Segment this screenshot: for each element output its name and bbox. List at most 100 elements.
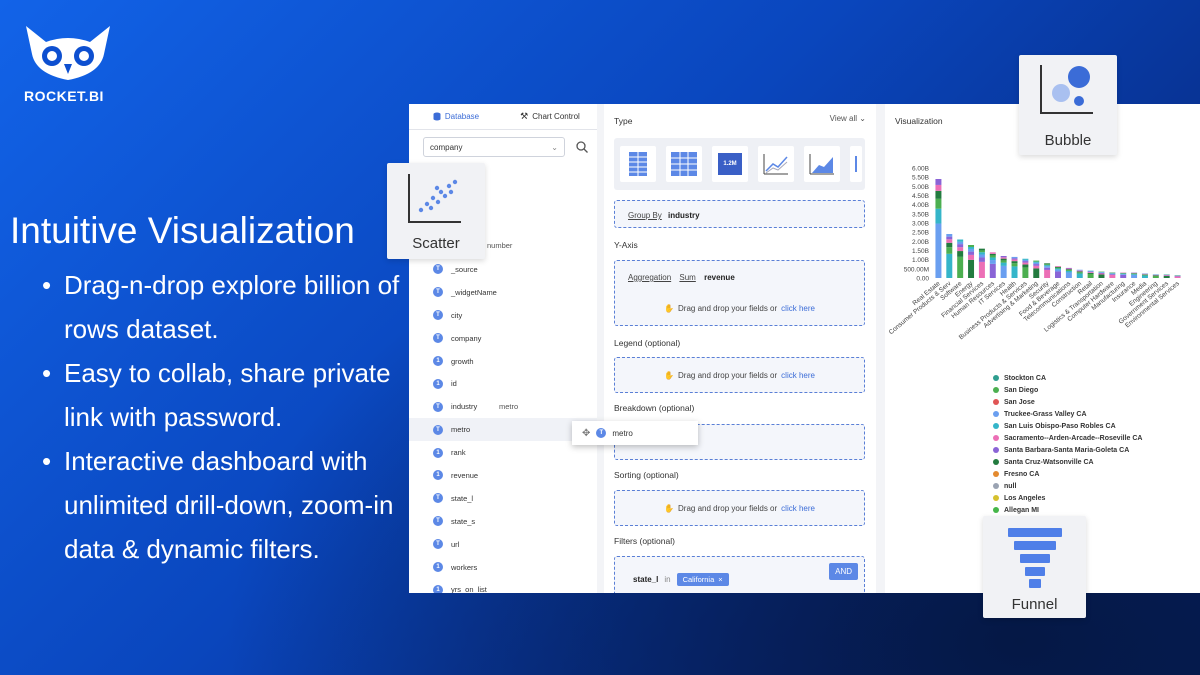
- bar-segment[interactable]: [1044, 269, 1051, 278]
- bar-segment[interactable]: [1076, 272, 1083, 274]
- area-chart-type-icon[interactable]: [804, 146, 840, 182]
- bar-segment[interactable]: [1163, 275, 1170, 278]
- field-item[interactable]: Tmetro: [409, 418, 597, 442]
- bar-segment[interactable]: [946, 247, 953, 254]
- bar-segment[interactable]: [1065, 267, 1072, 269]
- yaxis-drop[interactable]: Aggregation Sum revenue ✋ Drag and drop …: [614, 260, 865, 326]
- bar-segment[interactable]: [957, 244, 964, 248]
- bar[interactable]: [1076, 269, 1083, 278]
- filter-chip[interactable]: California ×: [676, 573, 729, 586]
- bar-segment[interactable]: [989, 255, 996, 258]
- legend-item[interactable]: Sacramento--Arden-Arcade--Roseville CA: [993, 432, 1142, 444]
- bar[interactable]: [935, 179, 942, 278]
- bar-segment[interactable]: [978, 254, 985, 258]
- bar-segment[interactable]: [1044, 267, 1051, 270]
- group-by-drop[interactable]: Group By industry: [614, 200, 865, 228]
- bar-segment[interactable]: [1011, 266, 1018, 278]
- bar[interactable]: [1109, 272, 1116, 279]
- legend-item[interactable]: Santa Barbara-Santa Maria-Goleta CA: [993, 444, 1142, 456]
- field-item[interactable]: Tcity: [409, 304, 597, 327]
- scatter-card[interactable]: Scatter: [387, 163, 485, 259]
- bar-segment[interactable]: [968, 254, 975, 260]
- field-item[interactable]: Turl: [409, 533, 597, 556]
- bar-segment[interactable]: [1065, 272, 1072, 278]
- bar-segment[interactable]: [1087, 273, 1094, 278]
- bar-segment[interactable]: [1033, 264, 1040, 266]
- bar-segment[interactable]: [1011, 258, 1018, 260]
- bar[interactable]: [1120, 272, 1127, 279]
- bar-segment[interactable]: [935, 223, 942, 278]
- bubble-card[interactable]: Bubble: [1019, 55, 1117, 155]
- bar-segment[interactable]: [1011, 263, 1018, 267]
- bar[interactable]: [1022, 258, 1029, 278]
- bar[interactable]: [1065, 267, 1072, 278]
- bar-segment[interactable]: [1152, 275, 1159, 278]
- bar[interactable]: [1098, 271, 1105, 278]
- bar-segment[interactable]: [957, 251, 964, 257]
- bar-segment[interactable]: [989, 263, 996, 278]
- bar-segment[interactable]: [1131, 273, 1138, 275]
- bar-segment[interactable]: [935, 184, 942, 191]
- bar-segment[interactable]: [1022, 267, 1029, 278]
- bar-segment[interactable]: [1044, 265, 1051, 267]
- bar-segment[interactable]: [1098, 272, 1105, 274]
- bar-segment[interactable]: [1033, 268, 1040, 278]
- click-here-link[interactable]: click here: [781, 304, 815, 313]
- filters-drop[interactable]: state_l in California × AND: [614, 556, 865, 593]
- pivot-table-type-icon[interactable]: [666, 146, 702, 182]
- legend-item[interactable]: Fresno CA: [993, 468, 1142, 480]
- field-item[interactable]: Tcompany: [409, 327, 597, 350]
- bar-segment[interactable]: [1055, 267, 1061, 269]
- more-chart-type-icon[interactable]: [850, 146, 862, 182]
- bar-segment[interactable]: [1120, 274, 1127, 275]
- sum-label[interactable]: Sum: [679, 273, 695, 282]
- bar[interactable]: [1000, 256, 1007, 278]
- bar-segment[interactable]: [1022, 264, 1029, 268]
- bar[interactable]: [1163, 274, 1170, 278]
- bar-segment[interactable]: [1131, 274, 1138, 275]
- legend-item[interactable]: San Jose: [993, 396, 1142, 408]
- bar-segment[interactable]: [1087, 271, 1094, 273]
- bar-segment[interactable]: [957, 256, 964, 278]
- bar[interactable]: [1011, 256, 1018, 278]
- bar-segment[interactable]: [1044, 263, 1051, 265]
- bar-segment[interactable]: [968, 246, 975, 249]
- bar-segment[interactable]: [1000, 256, 1007, 258]
- bar-segment[interactable]: [968, 245, 975, 247]
- bar[interactable]: [957, 239, 964, 279]
- legend-item[interactable]: San Diego: [993, 384, 1142, 396]
- bar-segment[interactable]: [1141, 275, 1148, 278]
- bar-segment[interactable]: [1000, 258, 1007, 261]
- bar-segment[interactable]: [1152, 275, 1159, 276]
- bar-segment[interactable]: [946, 234, 953, 237]
- aggregation-label[interactable]: Aggregation: [628, 273, 671, 282]
- bar-segment[interactable]: [946, 253, 953, 278]
- legend-item[interactable]: Allegan MI: [993, 504, 1142, 516]
- bar-segment[interactable]: [1087, 272, 1094, 274]
- bar-segment[interactable]: [978, 261, 985, 278]
- click-here-link[interactable]: click here: [781, 504, 815, 513]
- bar-segment[interactable]: [1120, 273, 1127, 275]
- legend-item[interactable]: Truckee-Grass Valley CA: [993, 408, 1142, 420]
- bar-segment[interactable]: [978, 257, 985, 262]
- bar-segment[interactable]: [1098, 273, 1105, 275]
- bar-segment[interactable]: [1076, 271, 1083, 273]
- legend-item[interactable]: Los Angeles: [993, 492, 1142, 504]
- bar-segment[interactable]: [957, 247, 964, 252]
- bar[interactable]: [1174, 275, 1181, 278]
- close-icon[interactable]: ×: [718, 575, 722, 584]
- bar-segment[interactable]: [1055, 269, 1061, 272]
- bar-segment[interactable]: [1055, 271, 1061, 278]
- bar-segment[interactable]: [935, 208, 942, 224]
- number-type-icon[interactable]: 1.2M: [712, 146, 748, 182]
- bar-segment[interactable]: [1033, 261, 1040, 263]
- bar-segment[interactable]: [1098, 272, 1105, 273]
- field-item[interactable]: 1 id: [409, 372, 597, 395]
- database-select[interactable]: company ⌄: [423, 137, 565, 157]
- bar-segment[interactable]: [1011, 259, 1018, 262]
- bar-segment[interactable]: [1055, 268, 1061, 270]
- bar-segment[interactable]: [1033, 262, 1040, 265]
- dragged-field[interactable]: ✥ T metro: [572, 421, 698, 445]
- and-button[interactable]: AND: [829, 563, 858, 580]
- table-chart-type-icon[interactable]: [620, 146, 656, 182]
